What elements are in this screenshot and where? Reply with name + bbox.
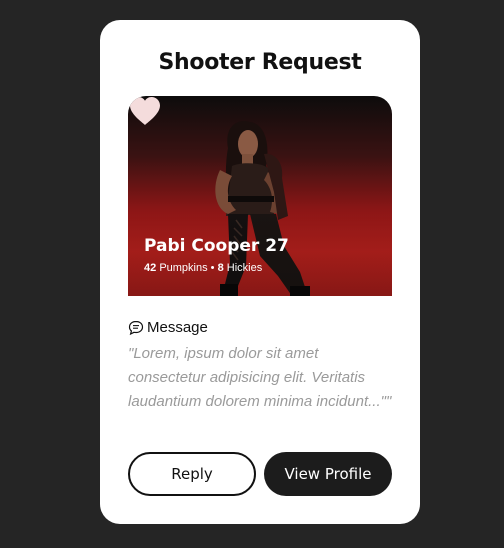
pumpkins-count: 42 xyxy=(144,262,157,274)
pumpkins-label: Pumpkins xyxy=(159,262,208,274)
view-profile-button[interactable]: View Profile xyxy=(264,452,392,496)
message-header: Message xyxy=(128,319,208,336)
shooter-request-card: Shooter Request Pabi Cooper 27 42 Pumpki… xyxy=(100,20,420,524)
card-title: Shooter Request xyxy=(158,50,362,75)
message-label: Message xyxy=(147,319,208,336)
heart-icon[interactable] xyxy=(128,96,162,126)
profile-name: Pabi Cooper 27 xyxy=(144,236,289,256)
chat-bubble-icon xyxy=(128,320,144,335)
profile-photo[interactable]: Pabi Cooper 27 42 Pumpkins • 8 Hickies xyxy=(128,96,392,296)
hickies-count: 8 xyxy=(217,262,224,274)
stats-separator: • xyxy=(210,262,215,274)
hickies-label: Hickies xyxy=(226,262,263,274)
profile-stats: 42 Pumpkins • 8 Hickies xyxy=(144,262,262,274)
reply-button[interactable]: Reply xyxy=(128,452,256,496)
message-text: "Lorem, ipsum dolor sit amet consectetur… xyxy=(128,345,392,410)
